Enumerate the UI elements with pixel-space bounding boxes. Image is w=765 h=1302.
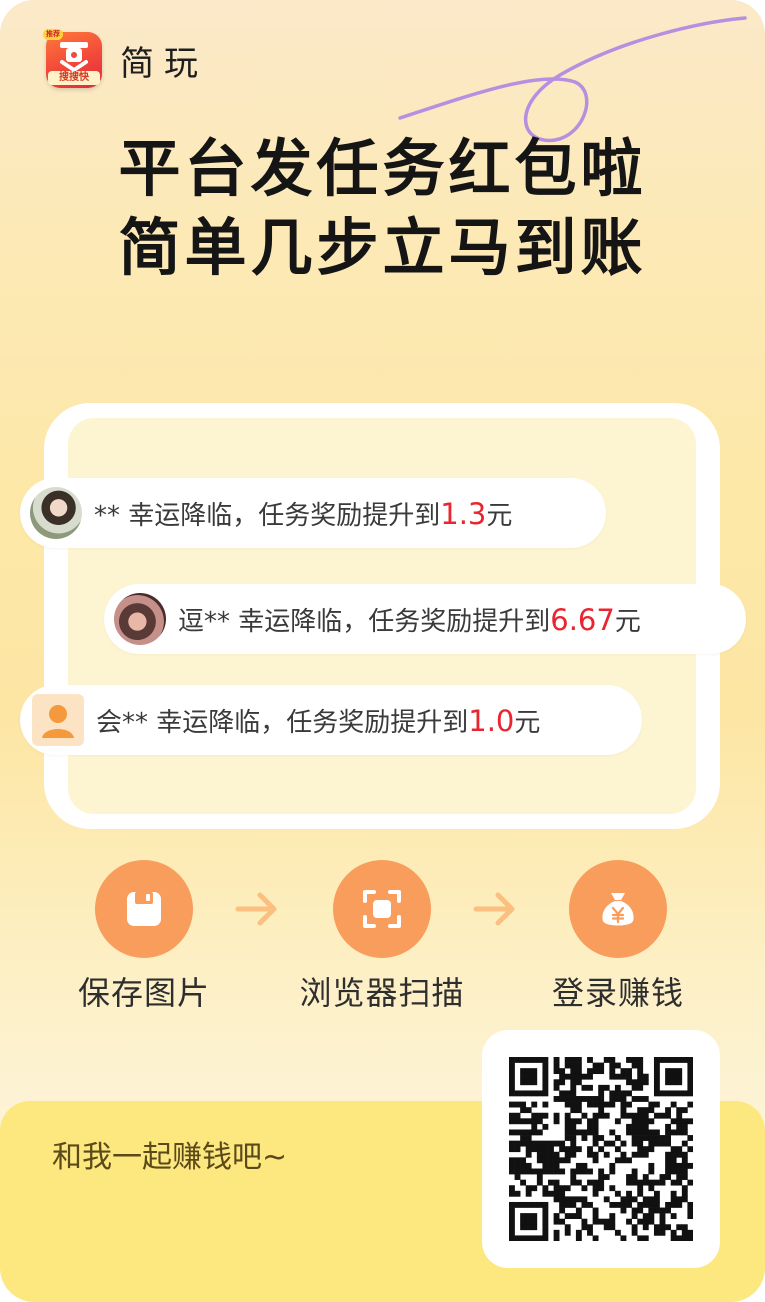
notice-prefix: ** 幸运降临，任务奖励提升到 xyxy=(94,500,441,531)
step-label: 保存图片 xyxy=(77,974,210,1012)
app-logo-icon: 推荐 搜搜快 xyxy=(43,29,102,88)
notice-prefix: 会** 幸运降临，任务奖励提升到 xyxy=(96,707,469,738)
step-login-earn: 登录赚钱 xyxy=(518,860,718,1014)
step-save-image: 保存图片 xyxy=(44,860,244,1014)
headline-line-1: 平台发任务红包啦 xyxy=(118,132,647,205)
headline-line-2: 简单几步立马到账 xyxy=(118,211,647,284)
arrow-right-icon xyxy=(235,892,277,926)
notice-unit: 元 xyxy=(514,707,541,738)
notice-amount: 1.3 xyxy=(440,496,487,531)
notice-item: 会** 幸运降临，任务奖励提升到1.0元 xyxy=(20,685,642,755)
footer-slogan: 和我一起赚钱吧~ xyxy=(52,1140,288,1175)
scan-frame-icon xyxy=(333,860,431,958)
qr-code-icon[interactable] xyxy=(509,1057,693,1241)
notice-unit: 元 xyxy=(614,606,641,637)
logo-tag: 搜搜快 xyxy=(48,71,100,85)
step-browser-scan: 浏览器扫描 xyxy=(282,860,482,1014)
notice-prefix: 逗** 幸运降临，任务奖励提升到 xyxy=(178,606,551,637)
notice-item: 逗** 幸运降临，任务奖励提升到6.67元 xyxy=(104,584,746,654)
app-name: 简玩 xyxy=(120,43,208,84)
avatar xyxy=(30,487,82,539)
logo-corner-badge: 推荐 xyxy=(43,29,63,40)
notice-amount: 6.67 xyxy=(550,602,615,637)
default-avatar-icon xyxy=(32,694,84,746)
floppy-disk-icon xyxy=(95,860,193,958)
avatar xyxy=(114,593,166,645)
money-bag-yen-icon xyxy=(569,860,667,958)
notice-text: ** 幸运降临，任务奖励提升到1.3元 xyxy=(94,495,512,532)
notice-amount: 1.0 xyxy=(468,703,515,738)
arrow-right-icon xyxy=(473,892,515,926)
notice-text: 逗** 幸运降临，任务奖励提升到6.67元 xyxy=(178,601,641,638)
qr-code-card[interactable] xyxy=(482,1030,720,1268)
step-label: 浏览器扫描 xyxy=(299,974,465,1012)
notice-item: ** 幸运降临，任务奖励提升到1.3元 xyxy=(20,478,606,548)
brand-header: 推荐 搜搜快 简玩 xyxy=(43,29,208,88)
poster-card: 推荐 搜搜快 简玩 平台发任务红包啦 简单几步立马到账 ** 幸运降临，任务奖励… xyxy=(0,0,765,1302)
notice-unit: 元 xyxy=(486,500,513,531)
step-label: 登录赚钱 xyxy=(551,974,684,1012)
notice-text: 会** 幸运降临，任务奖励提升到1.0元 xyxy=(96,702,540,739)
